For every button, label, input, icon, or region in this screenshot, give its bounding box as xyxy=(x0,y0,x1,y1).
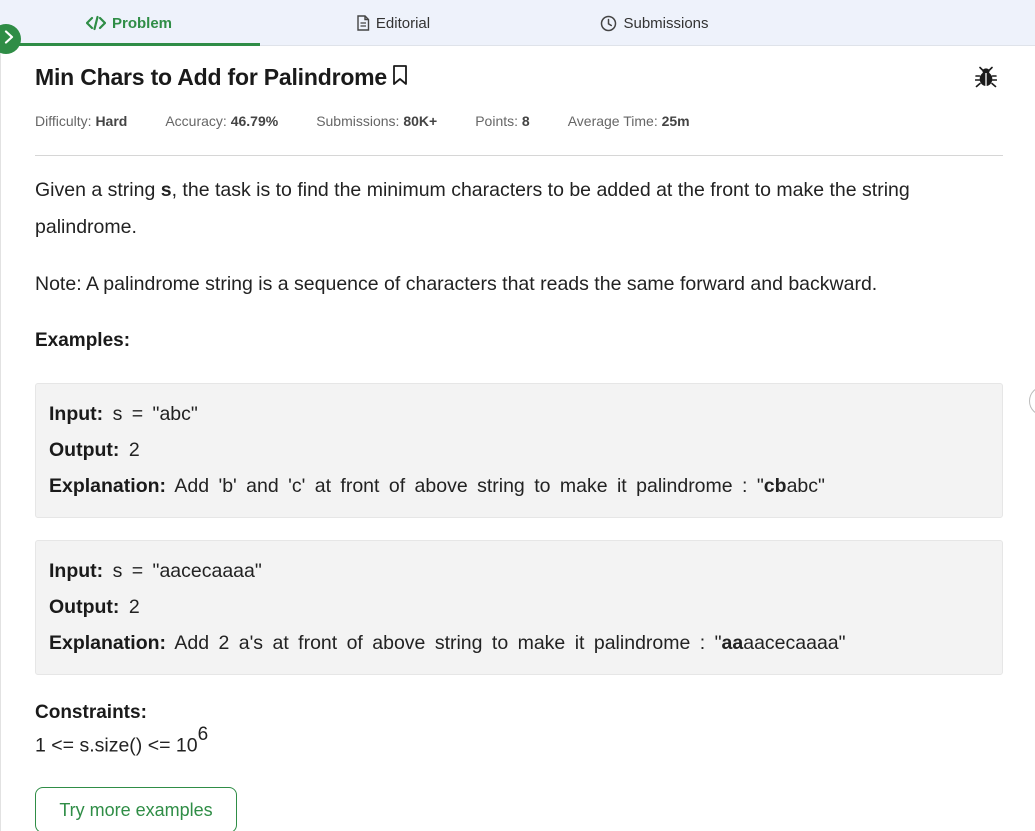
tab-submissions-label: Submissions xyxy=(623,14,709,32)
explanation-highlight: cb xyxy=(763,475,787,497)
constraint-text: 1 <= s.size() <= 10 xyxy=(35,734,198,757)
explanation-label: Explanation: xyxy=(49,475,167,497)
code-icon xyxy=(85,15,106,31)
explanation-text: Add 'b' and 'c' at front of above string… xyxy=(174,475,764,497)
try-more-examples-button[interactable]: Try more examples xyxy=(35,787,237,831)
meta-value: 80K+ xyxy=(403,113,438,129)
left-panel-border xyxy=(0,46,1,831)
meta-value: Hard xyxy=(95,113,128,129)
example-block: Input: s = "aacecaaaa" Output: 2 Explana… xyxy=(35,540,1003,675)
example-explanation: Explanation: Add 'b' and 'c' at front of… xyxy=(49,468,989,504)
statement-variable: s xyxy=(160,179,172,201)
active-tab-indicator xyxy=(0,43,260,46)
meta-accuracy: Accuracy: 46.79% xyxy=(165,113,278,129)
input-value: s = "aacecaaaa" xyxy=(112,560,262,582)
output-value: 2 xyxy=(128,596,140,618)
constraint-line: 1 <= s.size() <= 106 xyxy=(35,724,208,758)
explanation-tail: abc" xyxy=(786,475,825,497)
constraints-heading: Constraints: xyxy=(35,702,147,723)
problem-tabs: Problem Editorial Submissions xyxy=(0,0,1035,46)
output-value: 2 xyxy=(128,439,140,461)
tab-editorial[interactable]: Editorial xyxy=(318,0,468,46)
chevron-right-icon xyxy=(4,29,14,49)
example-output: Output: 2 xyxy=(49,589,989,625)
tab-problem[interactable]: Problem xyxy=(50,0,208,46)
meta-difficulty: Difficulty: Hard xyxy=(35,113,127,129)
constraint-exponent: 6 xyxy=(197,724,209,745)
examples-heading: Examples: xyxy=(35,330,131,351)
explanation-highlight: aa xyxy=(721,632,744,654)
report-bug-icon[interactable] xyxy=(974,66,998,93)
meta-submissions: Submissions: 80K+ xyxy=(316,113,437,129)
meta-value: 8 xyxy=(521,113,530,129)
meta-average-time: Average Time: 25m xyxy=(568,113,690,129)
meta-value: 46.79% xyxy=(230,113,279,129)
meta-label: Difficulty: xyxy=(35,113,92,129)
tab-editorial-label: Editorial xyxy=(375,14,431,32)
meta-label: Average Time: xyxy=(567,113,658,129)
problem-note: Note: A palindrome string is a sequence … xyxy=(35,273,878,295)
problem-title: Min Chars to Add for Palindrome xyxy=(35,64,388,90)
meta-points: Points: 8 xyxy=(475,113,530,129)
tab-problem-label: Problem xyxy=(111,14,172,32)
problem-meta: Difficulty: Hard Accuracy: 46.79% Submis… xyxy=(35,113,728,129)
header-divider xyxy=(35,155,1003,156)
statement-text: Given a string xyxy=(35,179,161,201)
output-label: Output: xyxy=(49,439,120,461)
input-label: Input: xyxy=(49,560,104,582)
example-input: Input: s = "aacecaaaa" xyxy=(49,553,989,589)
example-block: Input: s = "abc" Output: 2 Explanation: … xyxy=(35,383,1003,518)
example-explanation: Explanation: Add 2 a's at front of above… xyxy=(49,625,989,661)
example-input: Input: s = "abc" xyxy=(49,396,989,432)
input-label: Input: xyxy=(49,403,104,425)
output-label: Output: xyxy=(49,596,120,618)
meta-label: Submissions: xyxy=(316,113,400,129)
bookmark-icon[interactable] xyxy=(391,64,409,91)
problem-header: Min Chars to Add for Palindrome xyxy=(35,64,409,91)
problem-statement: Given a string s, the task is to find th… xyxy=(35,172,1003,246)
input-value: s = "abc" xyxy=(112,403,198,425)
clock-icon xyxy=(600,15,617,32)
meta-value: 25m xyxy=(661,113,690,129)
meta-label: Points: xyxy=(475,113,519,129)
example-output: Output: 2 xyxy=(49,432,989,468)
tab-submissions[interactable]: Submissions xyxy=(577,0,732,46)
explanation-label: Explanation: xyxy=(49,632,167,654)
explanation-tail: aacecaaaa" xyxy=(743,632,846,654)
document-icon xyxy=(356,15,370,31)
explanation-text: Add 2 a's at front of above string to ma… xyxy=(174,632,722,654)
meta-label: Accuracy: xyxy=(165,113,227,129)
panel-resize-handle[interactable] xyxy=(1029,386,1035,416)
